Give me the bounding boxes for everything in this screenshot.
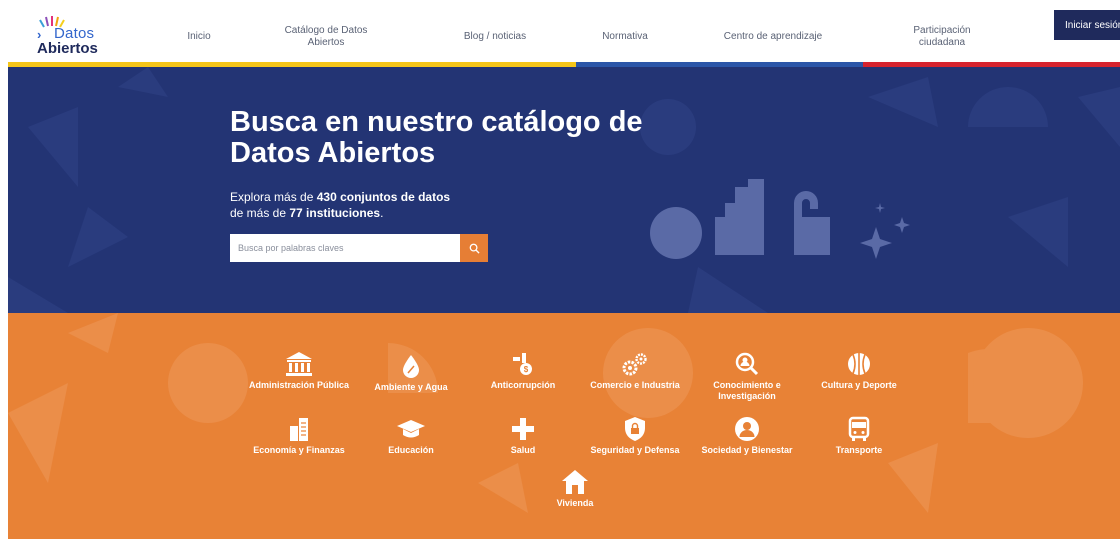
search-icon [469, 243, 480, 254]
category-label: Educación [388, 445, 434, 455]
bus-icon [848, 416, 870, 441]
category-ambiente-agua[interactable]: Ambiente y Agua [356, 353, 466, 393]
category-economia-finanzas[interactable]: Economía y Finanzas [244, 416, 354, 456]
login-button[interactable]: Iniciar sesión [1054, 10, 1120, 40]
hero-sub-mid: de más de [230, 206, 290, 220]
category-label: Cultura y Deporte [821, 380, 897, 390]
category-anticorrupcion[interactable]: $ Anticorrupción [468, 351, 578, 391]
nav-centro-aprendizaje[interactable]: Centro de aprendizaje [708, 8, 838, 66]
category-label: Anticorrupción [490, 380, 556, 390]
categories-section: Administración Pública Ambiente y Agua $… [8, 313, 1120, 539]
nav-inicio[interactable]: Inicio [164, 8, 234, 66]
hero-banner: Busca en nuestro catálogo de Datos Abier… [8, 67, 1120, 313]
health-cross-icon [512, 418, 534, 440]
institution-icon [286, 352, 312, 376]
person-icon [735, 417, 759, 441]
svg-text:$: $ [524, 365, 529, 374]
ball-icon [848, 353, 870, 375]
hero-sub-prefix: Explora más de [230, 190, 317, 204]
nav-catalogo[interactable]: Catálogo de Datos Abiertos [276, 8, 376, 66]
category-label: Comercio e Industria [590, 380, 680, 390]
category-seguridad-defensa[interactable]: Seguridad y Defensa [580, 416, 690, 456]
category-salud[interactable]: Salud [468, 416, 578, 456]
category-label: Seguridad y Defensa [590, 445, 680, 455]
category-comercio-industria[interactable]: Comercio e Industria [580, 351, 690, 391]
category-vivienda[interactable]: Vivienda [520, 469, 630, 509]
house-icon [562, 470, 588, 494]
datos-abiertos-logo[interactable]: › Datos Abiertos [34, 14, 98, 60]
institutions-count: 77 instituciones [289, 206, 381, 220]
magnifier-person-icon [735, 352, 759, 376]
hero-title: Busca en nuestro catálogo de Datos Abier… [230, 106, 643, 169]
money-hand-icon: $ [513, 353, 532, 375]
nav-participacion[interactable]: Participación ciudadana [894, 8, 990, 66]
category-educacion[interactable]: Educación [356, 416, 466, 456]
category-label: Vivienda [556, 498, 594, 508]
category-transporte[interactable]: Transporte [804, 416, 914, 456]
category-label: Administración Pública [248, 380, 350, 390]
building-chart-icon [290, 418, 308, 441]
category-administracion-publica[interactable]: Administración Pública [244, 351, 354, 391]
nav-blog[interactable]: Blog / noticias [440, 8, 550, 66]
category-label: Conocimiento e Investigación [713, 380, 781, 401]
category-label: Transporte [835, 445, 883, 455]
category-sociedad-bienestar[interactable]: Sociedad y Bienestar [692, 416, 802, 456]
gears-icon [622, 353, 647, 376]
search-button[interactable] [460, 234, 488, 262]
water-drop-icon [403, 355, 419, 378]
graduation-cap-icon [397, 420, 425, 438]
hero-subtitle: Explora más de 430 conjuntos de datos de… [230, 189, 530, 221]
category-label: Salud [510, 445, 536, 455]
nav-normativa[interactable]: Normativa [580, 8, 670, 66]
category-label: Economía y Finanzas [253, 445, 345, 455]
hero-decoration [8, 67, 1120, 313]
category-label: Ambiente y Agua [374, 382, 448, 392]
site-header: › Datos Abiertos Inicio Catálogo de Dato… [8, 8, 1120, 66]
category-conocimiento-investigacion[interactable]: Conocimiento e Investigación [692, 351, 802, 402]
category-cultura-deporte[interactable]: Cultura y Deporte [804, 351, 914, 391]
logo-text-abiertos: Abiertos [37, 40, 98, 57]
category-label: Sociedad y Bienestar [701, 445, 793, 455]
shield-lock-icon [625, 417, 645, 441]
datasets-count: 430 conjuntos de datos [316, 190, 451, 204]
search-input[interactable] [230, 234, 460, 262]
hero-sub-end: . [380, 206, 384, 220]
